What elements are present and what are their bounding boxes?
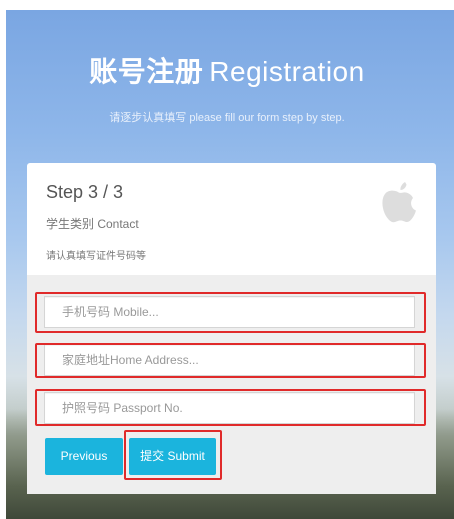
previous-button[interactable]: Previous — [45, 438, 123, 475]
page-title-en: Registration — [209, 56, 365, 87]
highlight-box-mobile — [35, 292, 426, 333]
section-title: 学生类别 Contact — [46, 217, 139, 231]
apple-icon — [382, 182, 416, 223]
highlight-box-address — [35, 343, 426, 378]
step-indicator: Step 3 / 3 — [46, 182, 124, 202]
highlight-box-submit — [124, 430, 222, 480]
page-subtitle: 请逐步认真填写 please fill our form step by ste… — [109, 112, 345, 124]
highlight-box-passport — [35, 389, 426, 426]
section-hint: 请认真填写证件号码等 — [46, 251, 146, 262]
page-title: 账号注册 Registration — [0, 50, 454, 90]
page-title-cn: 账号注册 — [89, 56, 204, 87]
